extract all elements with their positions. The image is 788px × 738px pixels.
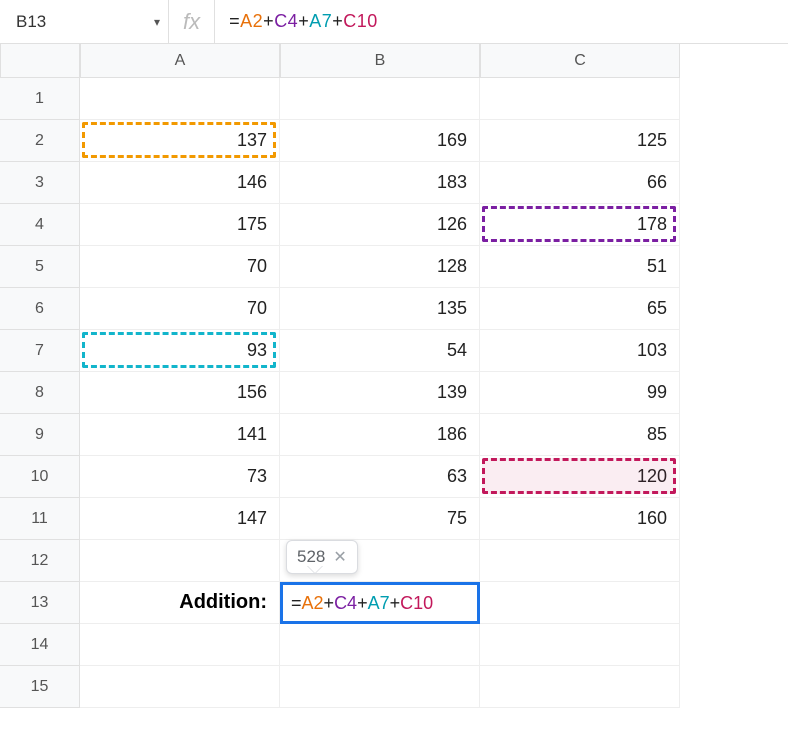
row-header-3[interactable]: 3	[0, 162, 80, 204]
row-header-4[interactable]: 4	[0, 204, 80, 246]
cell-B14[interactable]	[280, 624, 480, 666]
cell-B3[interactable]: 183	[280, 162, 480, 204]
cell-A8[interactable]: 156	[80, 372, 280, 414]
row-header-7[interactable]: 7	[0, 330, 80, 372]
cell-B9[interactable]: 186	[280, 414, 480, 456]
cell-B4[interactable]: 126	[280, 204, 480, 246]
cell-C13[interactable]	[480, 582, 680, 624]
row-header-1[interactable]: 1	[0, 78, 80, 120]
select-all-corner[interactable]	[0, 44, 80, 78]
cell-A13[interactable]: Addition:	[80, 582, 280, 624]
cell-C4[interactable]: 178	[480, 204, 680, 246]
cell-C1[interactable]	[480, 78, 680, 120]
cell-B6[interactable]: 135	[280, 288, 480, 330]
cell-C8[interactable]: 99	[480, 372, 680, 414]
cell-C15[interactable]	[480, 666, 680, 708]
cell-A9[interactable]: 141	[80, 414, 280, 456]
close-icon[interactable]: ✕	[333, 547, 346, 567]
formula-input[interactable]: =A2+C4+A7+C10	[215, 11, 378, 32]
col-header-B[interactable]: B	[280, 44, 480, 78]
cell-A1[interactable]	[80, 78, 280, 120]
cell-B1[interactable]	[280, 78, 480, 120]
cell-C3[interactable]: 66	[480, 162, 680, 204]
cell-A12[interactable]	[80, 540, 280, 582]
row-header-9[interactable]: 9	[0, 414, 80, 456]
cell-A10[interactable]: 73	[80, 456, 280, 498]
row-header-13[interactable]: 13	[0, 582, 80, 624]
cell-A15[interactable]	[80, 666, 280, 708]
cell-C12[interactable]	[480, 540, 680, 582]
cell-A5[interactable]: 70	[80, 246, 280, 288]
cell-C14[interactable]	[480, 624, 680, 666]
cell-A7[interactable]: 93	[80, 330, 280, 372]
tooltip-value: 528	[297, 547, 325, 567]
row-header-12[interactable]: 12	[0, 540, 80, 582]
chevron-down-icon[interactable]: ▾	[154, 15, 160, 29]
row-header-10[interactable]: 10	[0, 456, 80, 498]
col-header-C[interactable]: C	[480, 44, 680, 78]
cell-A2[interactable]: 137	[80, 120, 280, 162]
cell-A11[interactable]: 147	[80, 498, 280, 540]
cell-C10[interactable]: 120	[480, 456, 680, 498]
row-header-6[interactable]: 6	[0, 288, 80, 330]
row-header-8[interactable]: 8	[0, 372, 80, 414]
fx-icon: fx	[168, 0, 215, 43]
row-header-2[interactable]: 2	[0, 120, 80, 162]
cell-B10[interactable]: 63	[280, 456, 480, 498]
cell-B11[interactable]: 75	[280, 498, 480, 540]
formula-preview-tooltip: 528 ✕	[286, 540, 358, 574]
cell-C9[interactable]: 85	[480, 414, 680, 456]
name-box[interactable]: B13	[8, 8, 128, 36]
cell-A6[interactable]: 70	[80, 288, 280, 330]
cell-B2[interactable]: 169	[280, 120, 480, 162]
cell-C7[interactable]: 103	[480, 330, 680, 372]
cell-B8[interactable]: 139	[280, 372, 480, 414]
row-header-15[interactable]: 15	[0, 666, 80, 708]
cell-C2[interactable]: 125	[480, 120, 680, 162]
row-header-14[interactable]: 14	[0, 624, 80, 666]
formula-bar: B13 ▾ fx =A2+C4+A7+C10	[0, 0, 788, 44]
row-header-11[interactable]: 11	[0, 498, 80, 540]
col-header-A[interactable]: A	[80, 44, 280, 78]
addition-label: Addition:	[179, 591, 267, 614]
cell-B15[interactable]	[280, 666, 480, 708]
cell-C11[interactable]: 160	[480, 498, 680, 540]
cell-A14[interactable]	[80, 624, 280, 666]
cell-C6[interactable]: 65	[480, 288, 680, 330]
cell-A3[interactable]: 146	[80, 162, 280, 204]
cell-C5[interactable]: 51	[480, 246, 680, 288]
row-header-5[interactable]: 5	[0, 246, 80, 288]
cell-A4[interactable]: 175	[80, 204, 280, 246]
name-box-wrap[interactable]: B13 ▾	[8, 8, 168, 36]
cell-B7[interactable]: 54	[280, 330, 480, 372]
cell-B5[interactable]: 128	[280, 246, 480, 288]
active-cell[interactable]: =A2+C4+A7+C10	[280, 582, 480, 624]
